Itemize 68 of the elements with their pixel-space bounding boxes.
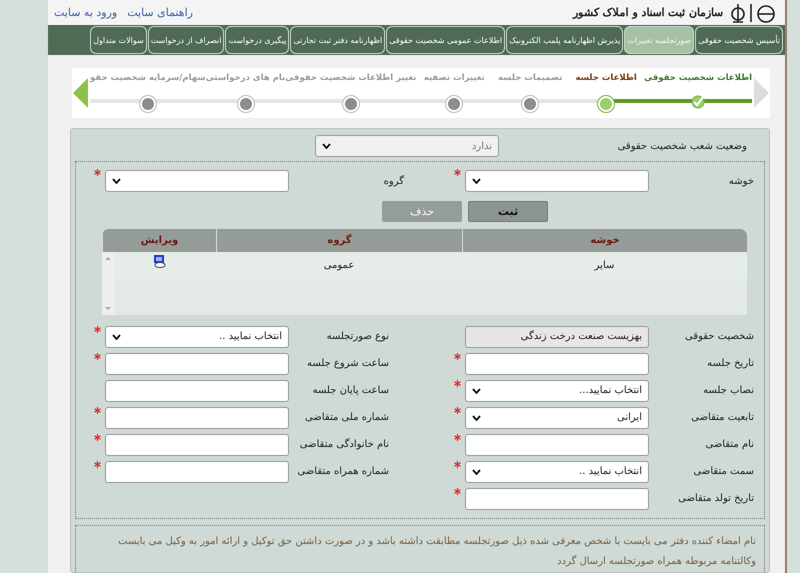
step-node[interactable] — [238, 96, 254, 112]
field-label: ساعت پایان جلسه — [312, 385, 390, 396]
field-label: وضعیت شعب شخصیت حقوقی — [616, 140, 748, 152]
field-label: سمت متقاضی — [692, 466, 755, 477]
table-cell-text: عمومی — [322, 259, 356, 273]
chevron-down-icon — [472, 414, 481, 420]
left-arrow-icon — [72, 78, 90, 108]
select-value: انتخاب نمایید .. — [579, 466, 642, 477]
step-node[interactable] — [522, 96, 538, 112]
step-node[interactable] — [140, 96, 156, 112]
chevron-down-icon — [472, 178, 481, 184]
field-label: نوع صورتجلسه — [326, 331, 390, 342]
field-label: نام متقاضی — [704, 439, 755, 450]
field-label: ساعت شروع جلسه — [306, 358, 390, 369]
field-label: نام خانوادگی متقاضی — [298, 439, 390, 450]
chevron-down-icon — [112, 334, 121, 340]
nav-tab[interactable]: پیگیری درخواست — [225, 26, 290, 54]
step-label[interactable]: اطلاعات جلسه — [576, 73, 637, 87]
header-link[interactable]: راهنمای سایت — [127, 6, 193, 19]
chevron-down-icon — [472, 468, 481, 474]
field-label: تابعیت متقاضی — [690, 412, 755, 423]
field-label: شماره همراه متقاضی — [296, 466, 390, 477]
step-node[interactable] — [342, 96, 359, 112]
right-arrow-icon — [752, 78, 770, 108]
field-value: بهزیست صنعت درخت زندگی — [520, 331, 642, 342]
step-label[interactable]: اطلاعات شخصیت حقوقی — [644, 73, 752, 87]
select-value: انتخاب نمایید .. — [219, 331, 282, 342]
submit-button[interactable]: ثبت — [468, 201, 548, 222]
nav-tab[interactable]: پذیرش اظهارنامه پلمب الکترونیک — [506, 26, 624, 54]
select-value: انتخاب نمایید... — [579, 385, 642, 396]
field-label: نصاب جلسه — [702, 385, 755, 396]
chevron-down-icon — [322, 143, 331, 149]
field-label: خوشه — [728, 176, 755, 186]
input-field[interactable] — [465, 434, 649, 456]
note-text: نام امضاء کننده دفتر می بایست با شخص معرفی شده ذیل صورتجلسه مطابقت داشته باشد و در صورت داشتن حق توکیل و ارائه امور به وکیل می بایست وکالتنامه مربوطه همراه صورتجلسه ارسال گردد — [75, 525, 765, 573]
chevron-down-icon — [472, 388, 481, 394]
select-field[interactable] — [465, 170, 649, 192]
table-cell-text: سایر — [593, 259, 616, 273]
input-field[interactable] — [465, 352, 649, 374]
field-label: شخصیت حقوقی — [684, 331, 755, 342]
input-field[interactable] — [105, 406, 289, 428]
edit-icon[interactable] — [152, 254, 166, 268]
input-field[interactable] — [105, 380, 289, 402]
nav-tab[interactable]: تأسیس شخصیت حقوقی — [695, 26, 783, 54]
select-field[interactable] — [105, 170, 289, 192]
field-label: گروه — [382, 176, 405, 186]
logo-text: سازمان ثبت اسناد و املاک کشور — [572, 6, 723, 19]
input-field[interactable]: بهزیست صنعت درخت زندگی — [465, 326, 649, 348]
nav-tab[interactable]: انصراف از درخواست — [148, 26, 224, 54]
nav-tab[interactable]: سوالات متداول — [90, 26, 147, 54]
select-field[interactable]: انتخاب نمایید .. — [465, 460, 649, 482]
select-field[interactable]: انتخاب نمایید... — [465, 380, 649, 402]
select-value: ایرانی — [617, 412, 642, 423]
select-field[interactable]: انتخاب نمایید .. — [105, 326, 289, 348]
input-field[interactable] — [105, 434, 289, 456]
step-node[interactable] — [446, 96, 462, 112]
select-field[interactable]: ایرانی — [465, 406, 649, 428]
input-field[interactable] — [465, 488, 649, 510]
nav-tab[interactable]: اظهارنامه دفتر ثبت تجارتی — [290, 26, 386, 54]
field-label: تاریخ جلسه — [706, 358, 755, 369]
field-label: شماره ملی متقاضی — [304, 412, 390, 423]
nav-tab[interactable]: اطلاعات عمومی شخصیت حقوقی — [386, 26, 506, 54]
chevron-down-icon — [112, 178, 121, 184]
step-node[interactable] — [598, 96, 614, 112]
input-field[interactable] — [105, 460, 289, 482]
input-field[interactable] — [105, 352, 289, 374]
field-label: تاریخ تولد متقاضی — [677, 493, 755, 504]
header-link[interactable]: ورود به سایت — [54, 6, 118, 19]
